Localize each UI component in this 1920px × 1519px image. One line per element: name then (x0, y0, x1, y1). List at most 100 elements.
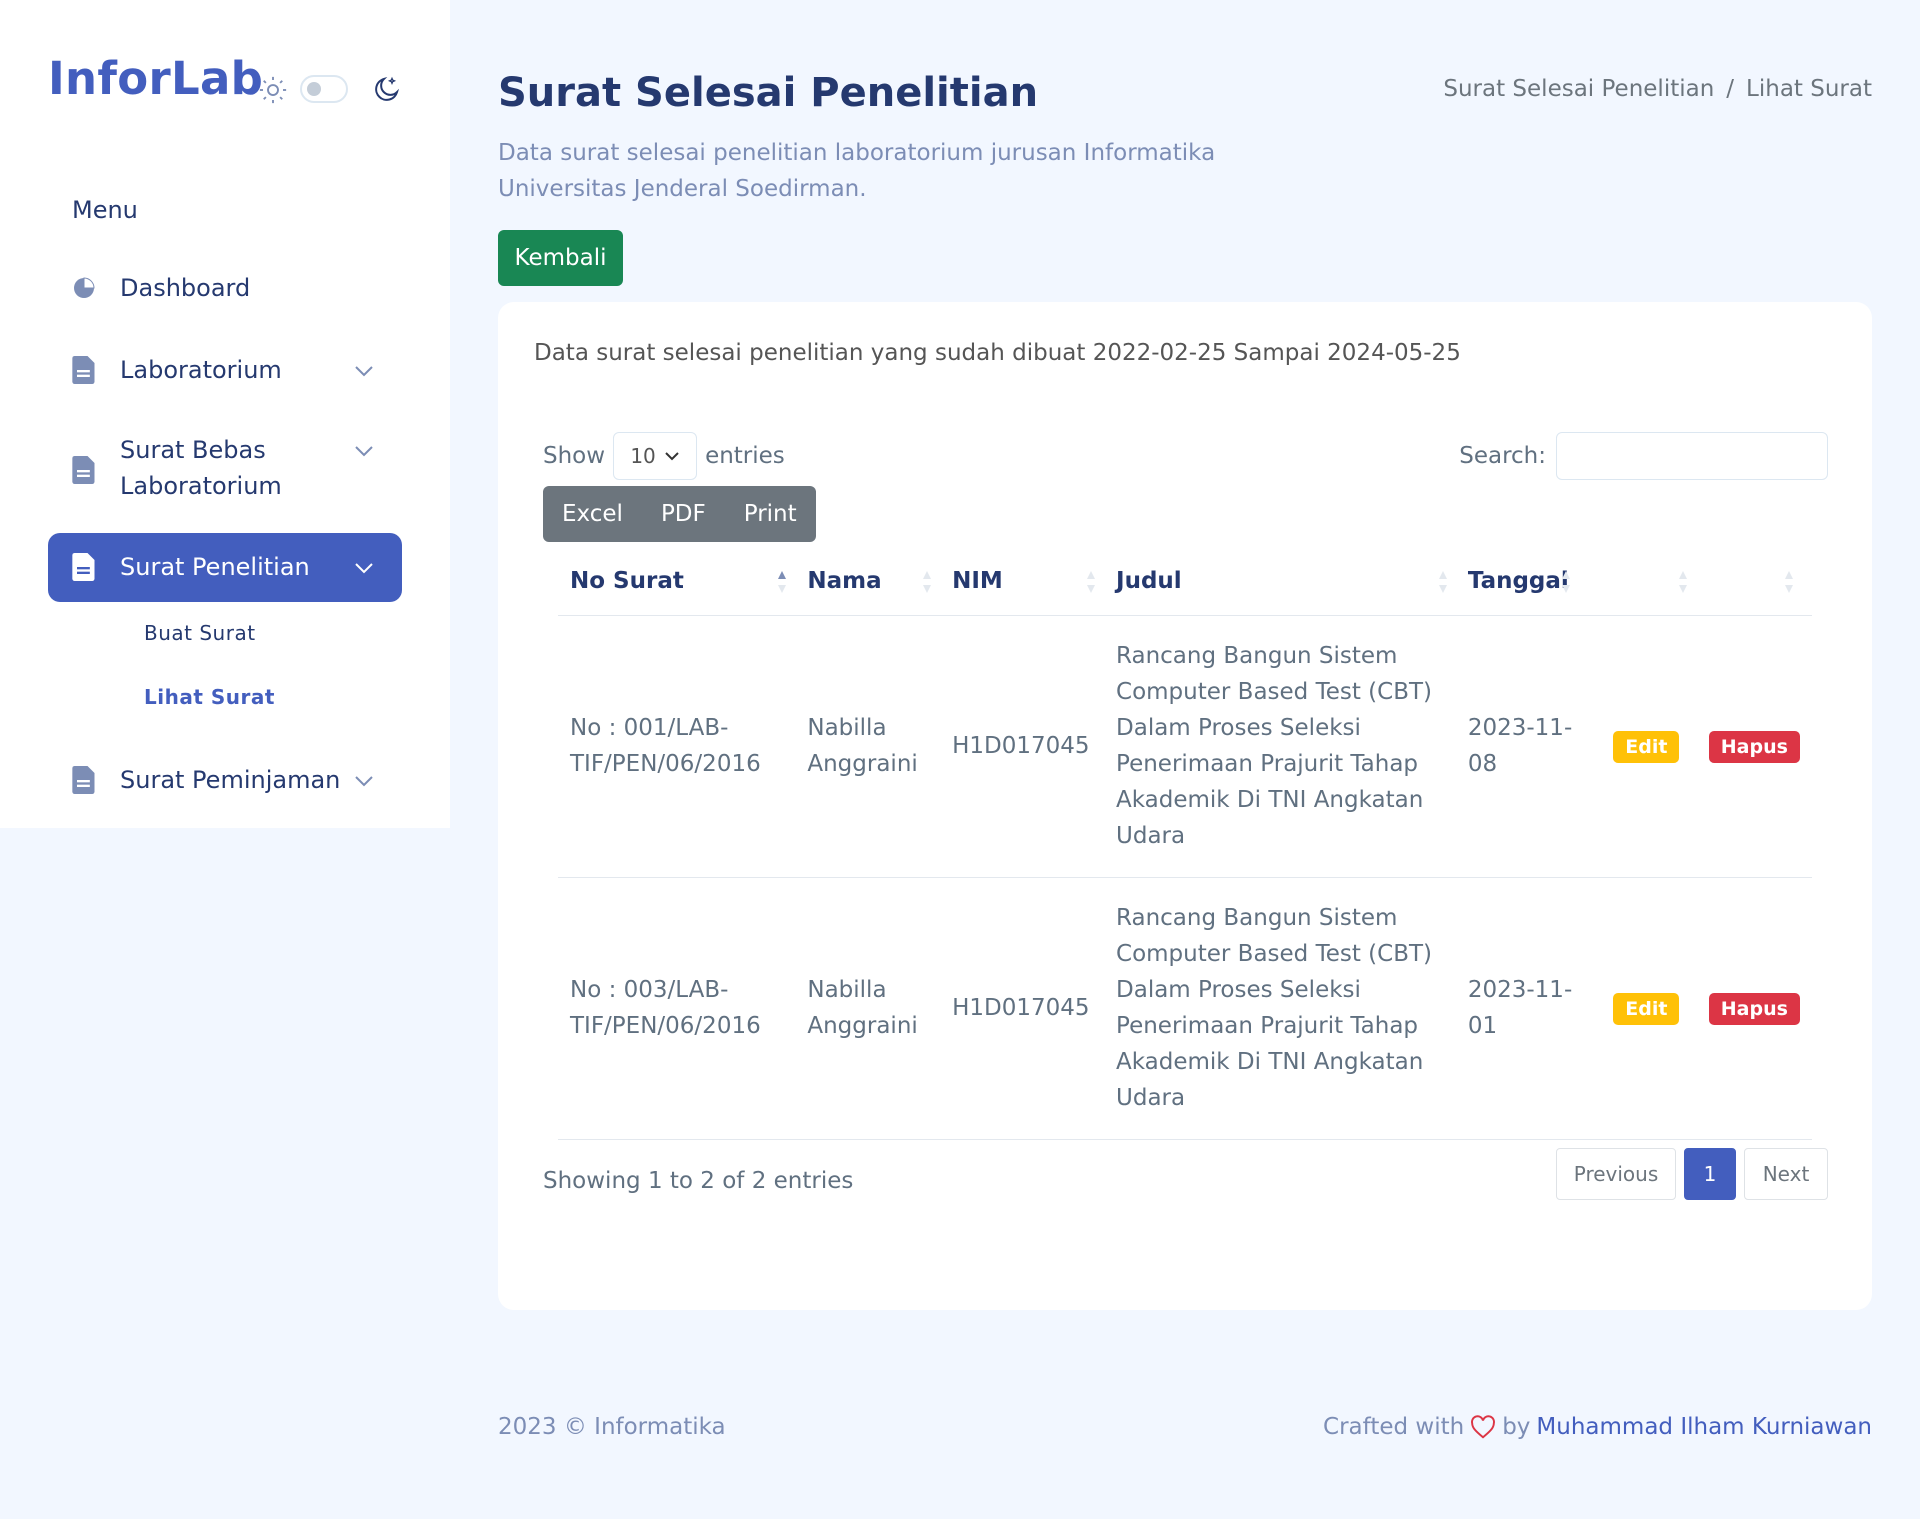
edit-button[interactable]: Edit (1613, 993, 1680, 1025)
column-header-label: No Surat (570, 567, 684, 594)
sidebar: InforLab Menu Dashboard Laboratorium Sur… (0, 0, 450, 828)
sidebar-item-laboratorium[interactable]: Laboratorium (48, 350, 402, 390)
card-info-text: Data surat selesai penelitian yang sudah… (534, 340, 1461, 366)
cell-actions: Edit Hapus (1601, 615, 1812, 878)
chevron-down-icon (355, 446, 373, 457)
print-button[interactable]: Print (725, 486, 816, 542)
search-control: Search: (1459, 432, 1828, 480)
sidebar-item-label: Dashboard (120, 274, 251, 302)
breadcrumb: Surat Selesai Penelitian / Lihat Surat (1443, 76, 1872, 102)
column-header-nama[interactable]: Nama (795, 547, 941, 616)
back-button[interactable]: Kembali (498, 230, 623, 286)
chevron-down-icon (355, 366, 373, 377)
cell-nim: H1D017045 (940, 615, 1105, 878)
footer-crafted-text: Crafted with (1323, 1414, 1465, 1440)
submenu-lihat-surat[interactable]: Lihat Surat (144, 685, 275, 709)
edit-button[interactable]: Edit (1613, 731, 1680, 763)
cell-actions: Edit Hapus (1601, 877, 1812, 1140)
column-header-no-surat[interactable]: No Surat (558, 547, 796, 616)
previous-button[interactable]: Previous (1556, 1148, 1676, 1200)
page-subtitle: Data surat selesai penelitian laboratori… (498, 140, 1216, 202)
chevron-down-icon (355, 563, 373, 574)
table-header-row: No Surat Nama NIM Judul Tanggal (558, 547, 1812, 616)
chevron-down-icon (665, 452, 679, 461)
heart-icon (1471, 1415, 1496, 1439)
footer-author-link[interactable]: Muhammad Ilham Kurniawan (1536, 1414, 1872, 1440)
column-header-nim[interactable]: NIM (940, 547, 1105, 616)
cell-no-surat: No : 001/LAB-TIF/PEN/06/2016 (558, 615, 796, 878)
theme-toggle[interactable] (300, 75, 348, 103)
file-icon (72, 553, 95, 581)
brand-logo[interactable]: InforLab (48, 52, 263, 105)
pagination: Previous 1 Next (1556, 1148, 1828, 1200)
column-header-action-1[interactable] (1601, 547, 1718, 616)
chevron-down-icon (355, 776, 373, 787)
table-row: No : 003/LAB-TIF/PEN/06/2016 Nabilla Ang… (558, 877, 1812, 1140)
excel-button[interactable]: Excel (543, 486, 642, 542)
sidebar-item-label: Laboratorium (120, 356, 282, 384)
file-icon (72, 456, 95, 484)
export-button-group: Excel PDF Print (543, 486, 816, 542)
table-info: Showing 1 to 2 of 2 entries (543, 1168, 854, 1194)
column-header-label: Judul (1116, 567, 1182, 594)
sort-icon (1678, 571, 1687, 593)
column-header-label: Nama (807, 567, 882, 594)
sort-icon (923, 571, 932, 593)
cell-nama: Nabilla Anggraini (795, 877, 941, 1140)
sun-icon (259, 76, 287, 104)
toggle-knob (307, 82, 321, 96)
cell-tanggal: 2023-11-01 (1455, 877, 1602, 1140)
delete-button[interactable]: Hapus (1708, 731, 1800, 763)
footer-by-text: by (1502, 1414, 1531, 1440)
sort-icon (1562, 571, 1571, 593)
column-header-tanggal[interactable]: Tanggal (1455, 547, 1602, 616)
sidebar-item-label: Surat Penelitian (120, 553, 310, 581)
sidebar-item-surat-bebas-laboratorium[interactable]: Surat Bebas Laboratorium (48, 432, 402, 506)
breadcrumb-separator: / (1726, 76, 1735, 102)
pie-chart-icon (74, 277, 95, 298)
file-icon (72, 766, 95, 794)
sort-asc-icon (778, 571, 787, 593)
breadcrumb-current: Lihat Surat (1746, 76, 1872, 102)
next-button[interactable]: Next (1744, 1148, 1828, 1200)
search-label: Search: (1459, 443, 1546, 469)
sidebar-item-dashboard[interactable]: Dashboard (48, 268, 402, 308)
cell-nama: Nabilla Anggraini (795, 615, 941, 878)
column-header-action-2[interactable] (1717, 547, 1812, 616)
pdf-button[interactable]: PDF (642, 486, 725, 542)
moon-icon (375, 76, 400, 101)
entries-length-control: Show 10 entries (543, 432, 785, 480)
submenu-buat-surat[interactable]: Buat Surat (144, 621, 256, 645)
entries-select[interactable]: 10 (613, 432, 698, 480)
show-label: Show (543, 443, 606, 469)
entries-select-value: 10 (630, 444, 656, 468)
cell-judul: Rancang Bangun Sistem Computer Based Tes… (1104, 615, 1456, 878)
cell-nim: H1D017045 (940, 877, 1105, 1140)
cell-tanggal: 2023-11-08 (1455, 615, 1602, 878)
column-header-label: NIM (952, 567, 1003, 594)
sidebar-item-surat-peminjaman[interactable]: Surat Peminjaman (48, 760, 402, 800)
file-icon (72, 356, 95, 384)
data-card: Data surat selesai penelitian yang sudah… (498, 302, 1872, 1310)
sort-icon (1087, 571, 1096, 593)
sidebar-item-label-line1: Surat Bebas (120, 436, 266, 464)
delete-button[interactable]: Hapus (1708, 993, 1800, 1025)
surat-table: No Surat Nama NIM Judul Tanggal No : 001… (558, 547, 1812, 1140)
cell-judul: Rancang Bangun Sistem Computer Based Tes… (1104, 877, 1456, 1140)
footer-credit: Crafted with by Muhammad Ilham Kurniawan (1323, 1414, 1872, 1440)
search-input[interactable] (1556, 432, 1828, 480)
sort-icon (1438, 571, 1447, 593)
entries-label: entries (705, 443, 785, 469)
footer-copyright: 2023 © Informatika (498, 1414, 726, 1440)
page-title: Surat Selesai Penelitian (498, 70, 1039, 116)
breadcrumb-parent[interactable]: Surat Selesai Penelitian (1443, 76, 1714, 102)
sidebar-item-surat-penelitian[interactable]: Surat Penelitian (48, 533, 402, 602)
sidebar-item-label: Surat Peminjaman (120, 766, 341, 794)
sidebar-item-label-line2: Laboratorium (120, 472, 282, 500)
column-header-judul[interactable]: Judul (1104, 547, 1456, 616)
column-header-label: Tanggal (1467, 567, 1569, 594)
sort-icon (1785, 571, 1793, 593)
table-row: No : 001/LAB-TIF/PEN/06/2016 Nabilla Ang… (558, 615, 1812, 878)
page-1-button[interactable]: 1 (1684, 1148, 1736, 1200)
menu-title: Menu (72, 196, 138, 224)
